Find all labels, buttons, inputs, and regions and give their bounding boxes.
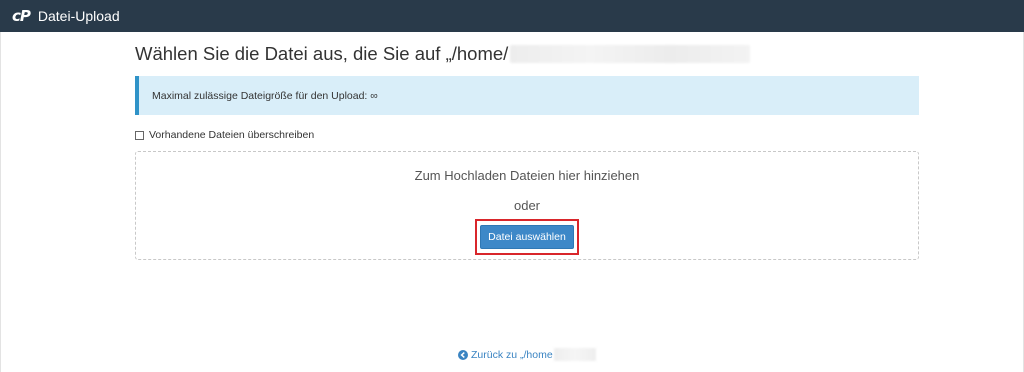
redacted-path bbox=[510, 45, 751, 63]
max-size-text: Maximal zulässige Dateigröße für den Upl… bbox=[152, 89, 378, 102]
overwrite-label: Vorhandene Dateien überschreiben bbox=[149, 129, 315, 141]
cpanel-logo[interactable]: cP bbox=[12, 7, 31, 25]
redacted-back-path bbox=[553, 348, 596, 361]
cpanel-logo-mark: cP bbox=[12, 7, 31, 25]
arrow-circle-left-icon bbox=[458, 349, 468, 360]
top-bar: cP Datei-Upload bbox=[0, 0, 1024, 32]
drag-instruction: Zum Hochladen Dateien hier hinziehen bbox=[414, 168, 640, 183]
or-separator: oder bbox=[513, 198, 541, 213]
back-link[interactable]: Zurück zu „/home bbox=[458, 348, 596, 361]
max-size-alert: Maximal zulässige Dateigröße für den Upl… bbox=[135, 76, 919, 115]
page-title: Wählen Sie die Datei aus, die Sie auf „/… bbox=[135, 43, 751, 65]
app-title: Datei-Upload bbox=[37, 8, 120, 24]
choose-file-button[interactable]: Datei auswählen bbox=[480, 225, 574, 249]
back-link-text: Zurück zu „/home bbox=[471, 348, 553, 361]
overwrite-checkbox[interactable] bbox=[135, 130, 144, 140]
page-title-text: Wählen Sie die Datei aus, die Sie auf „/… bbox=[135, 43, 509, 64]
overwrite-option[interactable]: Vorhandene Dateien überschreiben bbox=[135, 129, 314, 141]
file-dropzone[interactable]: Zum Hochladen Dateien hier hinziehen ode… bbox=[135, 151, 919, 260]
